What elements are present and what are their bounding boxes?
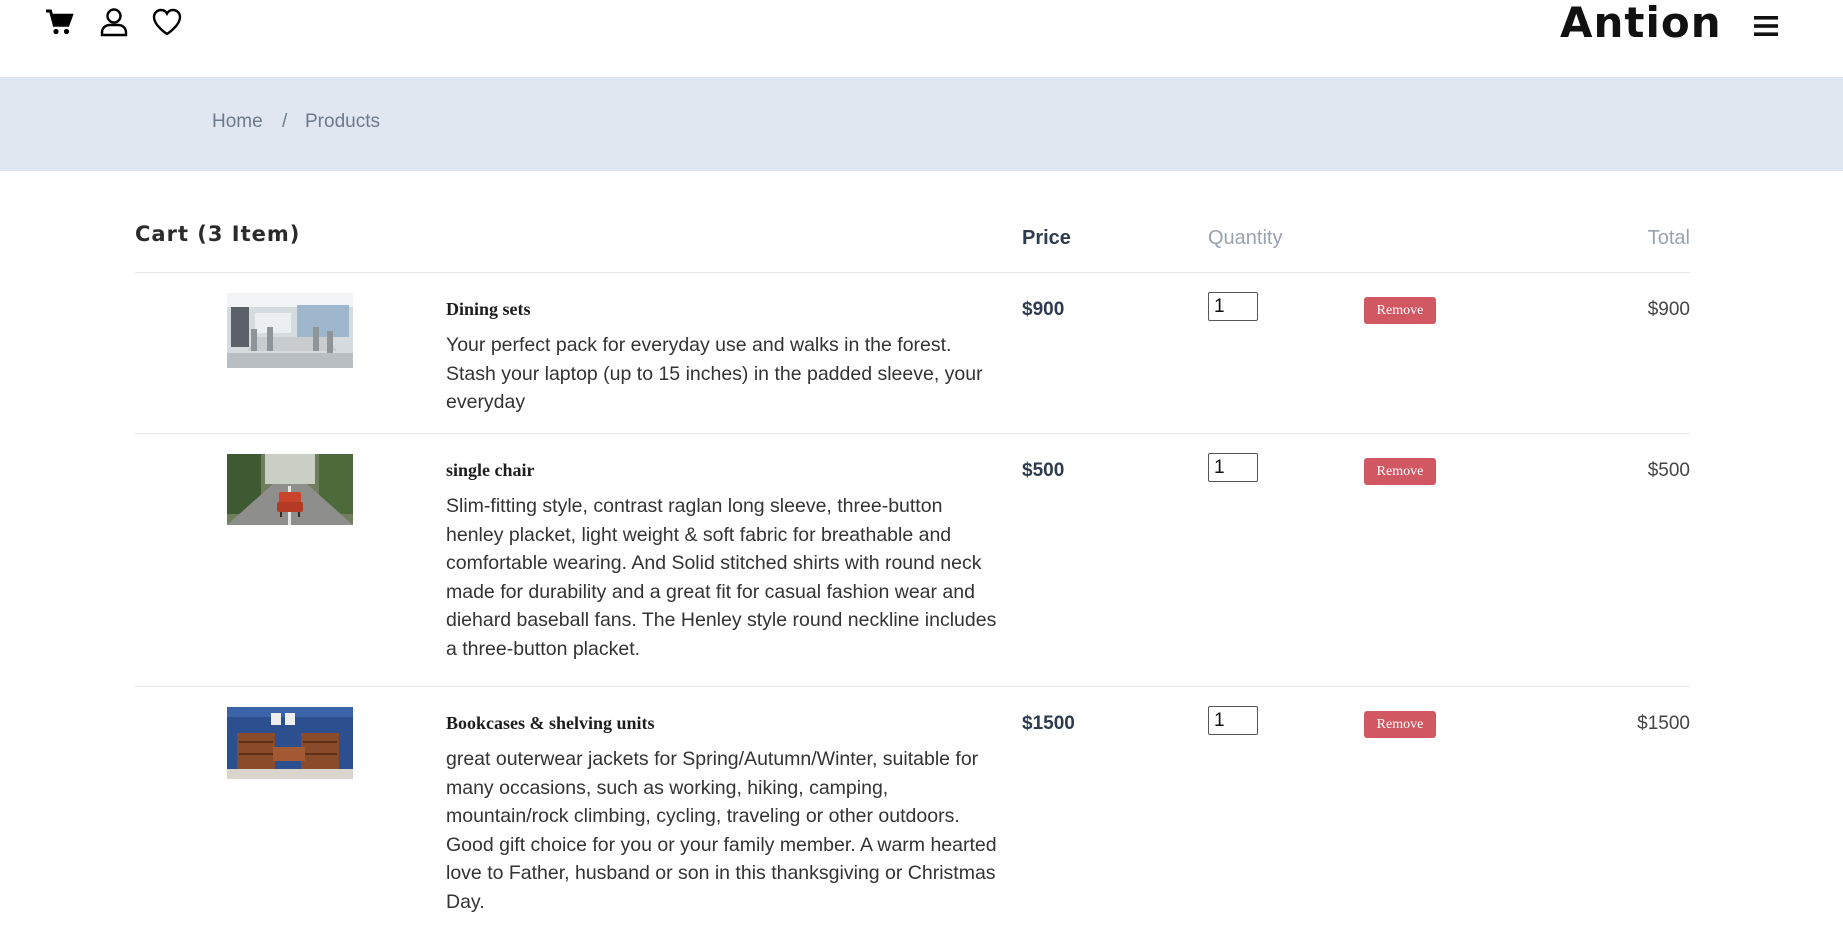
product-description: Your perfect pack for everyday use and w… bbox=[446, 334, 983, 413]
product-name[interactable]: Dining sets bbox=[446, 299, 531, 320]
product-image-single-chair[interactable] bbox=[227, 454, 353, 525]
remove-button[interactable]: Remove bbox=[1364, 711, 1436, 738]
total-column-header: Total bbox=[1647, 227, 1690, 249]
breadcrumb: Home / Products bbox=[0, 77, 1843, 171]
product-description: Slim-fitting style, contrast raglan long… bbox=[446, 495, 997, 660]
product-price: $1500 bbox=[1022, 713, 1075, 734]
cart-item-row: single chair Slim-fitting style, contras… bbox=[135, 433, 1690, 686]
cart-title: Cart (3 Item) bbox=[135, 222, 301, 246]
product-total: $900 bbox=[1647, 299, 1690, 320]
product-price: $500 bbox=[1022, 460, 1065, 481]
top-navigation: Antion bbox=[0, 0, 1843, 77]
product-price: $900 bbox=[1022, 299, 1065, 320]
remove-button[interactable]: Remove bbox=[1364, 458, 1436, 485]
heart-icon[interactable] bbox=[151, 6, 183, 38]
quantity-input[interactable] bbox=[1208, 453, 1258, 482]
product-total: $1500 bbox=[1637, 713, 1690, 734]
price-column-header: Price bbox=[1022, 227, 1071, 249]
cart-icon[interactable] bbox=[44, 6, 76, 38]
menu-icon[interactable] bbox=[1752, 12, 1780, 40]
user-icon[interactable] bbox=[98, 6, 130, 38]
cart-item-row: Dining sets Your perfect pack for everyd… bbox=[135, 272, 1690, 433]
quantity-input[interactable] bbox=[1208, 292, 1258, 321]
product-name[interactable]: Bookcases & shelving units bbox=[446, 713, 655, 734]
breadcrumb-current: Products bbox=[305, 111, 380, 132]
quantity-input[interactable] bbox=[1208, 706, 1258, 735]
breadcrumb-home-link[interactable]: Home bbox=[212, 111, 263, 133]
breadcrumb-separator: / bbox=[282, 111, 288, 132]
product-image-bookcases[interactable] bbox=[227, 707, 353, 779]
product-name[interactable]: single chair bbox=[446, 460, 535, 481]
product-total: $500 bbox=[1647, 460, 1690, 481]
brand-logo[interactable]: Antion bbox=[1560, 0, 1722, 48]
product-description: great outerwear jackets for Spring/Autum… bbox=[446, 748, 997, 913]
cart-item-row: Bookcases & shelving units great outerwe… bbox=[135, 686, 1690, 939]
product-image-dining-sets[interactable] bbox=[227, 293, 353, 368]
quantity-column-header: Quantity bbox=[1208, 227, 1283, 249]
remove-button[interactable]: Remove bbox=[1364, 297, 1436, 324]
